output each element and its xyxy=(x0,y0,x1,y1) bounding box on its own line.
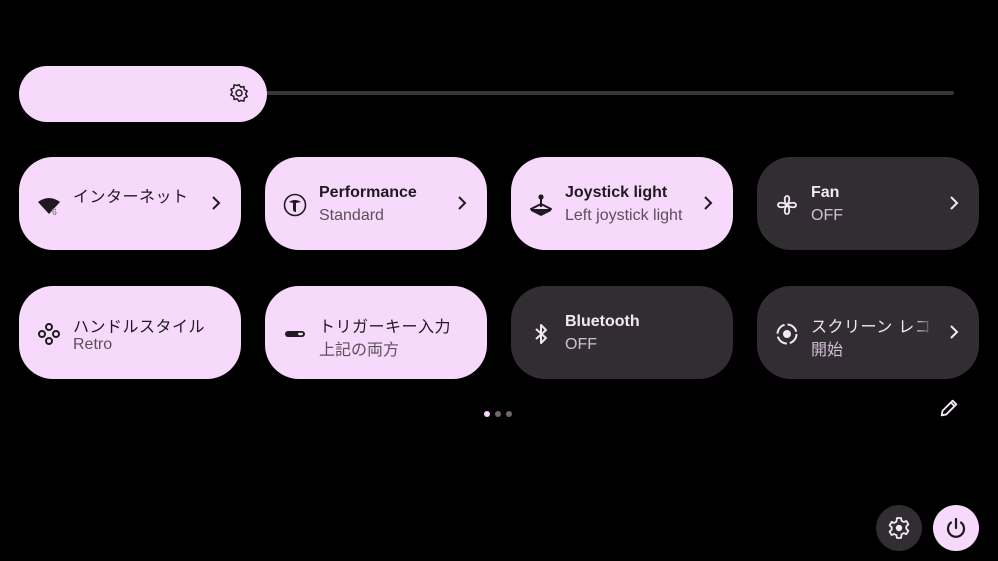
edit-pencil-icon[interactable] xyxy=(938,397,960,419)
tile-label: ハンドルスタイル xyxy=(73,317,206,336)
tile-bluetooth[interactable]: Bluetooth OFF xyxy=(511,286,733,379)
chevron-right-icon[interactable] xyxy=(209,195,223,211)
page-indicator[interactable] xyxy=(484,404,517,422)
tile-label: Fan xyxy=(811,184,840,201)
tile-fan[interactable]: Fan OFF xyxy=(757,157,979,250)
svg-text:6: 6 xyxy=(52,207,57,217)
tile-subtitle: Left joystick light xyxy=(565,207,683,224)
trigger-icon xyxy=(285,331,305,337)
tile-trigger-key-input[interactable]: トリガーキー入力 上記の両方 xyxy=(265,286,487,379)
tile-subtitle: Standard xyxy=(319,207,384,224)
joystick-icon xyxy=(530,194,552,216)
wifi-6-icon: 6 xyxy=(38,198,60,217)
tile-performance[interactable]: Performance Standard xyxy=(265,157,487,250)
tile-label: Bluetooth xyxy=(565,313,640,330)
gear-icon xyxy=(888,517,910,539)
tile-screen-recorder[interactable]: スクリーン レコーダー 開始 xyxy=(757,286,979,379)
chevron-right-icon[interactable] xyxy=(455,195,469,211)
page-dot-3[interactable] xyxy=(506,411,512,417)
page-dot-1[interactable] xyxy=(484,411,490,417)
tile-joystick-light[interactable]: Joystick light Left joystick light xyxy=(511,157,733,250)
tile-label: Joystick light xyxy=(565,184,668,201)
page-dot-2[interactable] xyxy=(495,411,501,417)
gamepad-buttons-icon xyxy=(38,323,60,345)
tile-subtitle: OFF xyxy=(811,207,843,224)
settings-button[interactable] xyxy=(876,505,922,551)
chevron-right-icon[interactable] xyxy=(947,195,961,211)
brightness-icon xyxy=(230,83,248,103)
fan-icon xyxy=(777,195,797,215)
power-icon xyxy=(946,517,966,538)
tile-label: スクリーン レコーダー xyxy=(811,317,933,336)
screen-record-icon xyxy=(776,323,798,345)
chevron-right-icon[interactable] xyxy=(947,324,961,340)
tile-internet[interactable]: 6 インターネット xyxy=(19,157,241,250)
power-button[interactable] xyxy=(933,505,979,551)
tile-subtitle: 開始 xyxy=(811,340,844,359)
tile-label: Performance xyxy=(319,184,417,201)
bluetooth-icon xyxy=(535,324,547,344)
tile-label: トリガーキー入力 xyxy=(319,317,452,336)
tile-label: インターネット xyxy=(73,187,189,206)
tile-subtitle: 上記の両方 xyxy=(319,340,400,359)
tile-subtitle: OFF xyxy=(565,336,597,353)
tile-subtitle: Retro xyxy=(73,336,113,353)
tile-handle-style[interactable]: ハンドルスタイル Retro xyxy=(19,286,241,379)
performance-icon xyxy=(283,193,307,217)
chevron-right-icon[interactable] xyxy=(701,195,715,211)
